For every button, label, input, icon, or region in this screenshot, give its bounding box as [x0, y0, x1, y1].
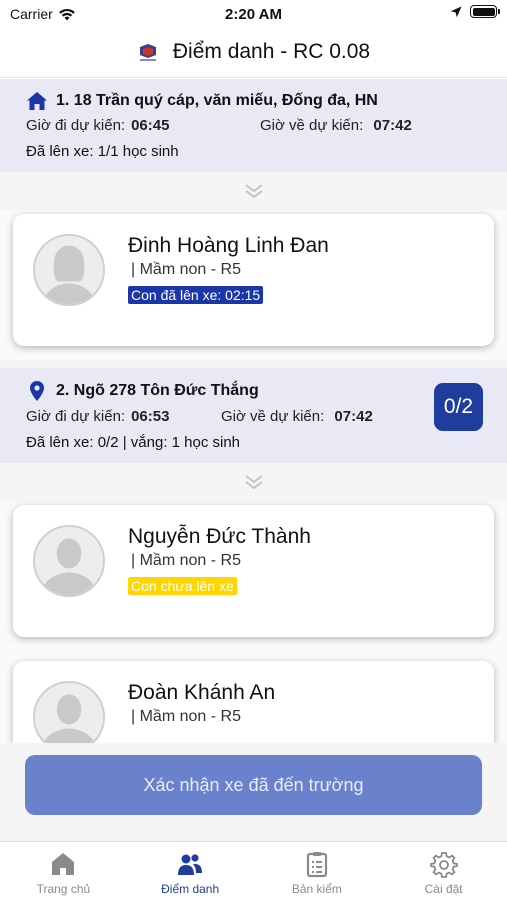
page-title: Điểm danh - RC 0.08 — [172, 39, 371, 63]
male-avatar-icon — [35, 683, 103, 743]
tab-label: Cài đặt — [424, 882, 463, 896]
battery-icon — [470, 5, 500, 18]
depart-time: 06:45 — [131, 117, 170, 134]
users-icon — [178, 854, 203, 875]
confirm-arrival-button[interactable]: Xác nhận xe đã đến trường — [25, 755, 482, 815]
status-badge: Con đã lên xe: 02:15 — [128, 286, 264, 304]
tab-attendance[interactable]: Điểm danh — [127, 842, 254, 900]
stop-header[interactable]: 2. Ngõ 278 Tôn Đức Thắng Giờ đi dự kiến:… — [0, 368, 507, 463]
stop-summary: Đã lên xe: 1/1 học sinh — [26, 143, 179, 160]
status-bar: Carrier 2:20 AM — [0, 0, 507, 26]
stop-summary: Đã lên xe: 0/2 | vắng: 1 học sinh — [26, 434, 241, 451]
student-class: | Mầm non - R5 — [131, 708, 241, 725]
stop-title: 2. Ngõ 278 Tôn Đức Thắng — [56, 382, 259, 399]
double-chevron-down-icon — [244, 475, 263, 490]
tab-home[interactable]: Trang chủ — [0, 842, 127, 900]
student-name: Nguyễn Đức Thành — [128, 525, 311, 548]
student-avatar — [33, 234, 105, 306]
student-avatar — [33, 525, 105, 597]
student-name: Đinh Hoàng Linh Đan — [128, 234, 329, 257]
return-label: Giờ về dự kiến: — [260, 117, 364, 134]
depart-time: 06:53 — [131, 408, 170, 425]
double-chevron-down-icon — [244, 184, 263, 199]
female-avatar-icon — [35, 236, 103, 304]
student-avatar — [33, 681, 105, 743]
student-class: | Mầm non - R5 — [131, 261, 241, 278]
status-badge: Con chưa lên xe — [128, 577, 237, 595]
return-time: 07:42 — [334, 408, 373, 425]
student-card[interactable]: Đinh Hoàng Linh Đan | Mầm non - R5 Con đ… — [13, 214, 494, 346]
student-card[interactable]: Đoàn Khánh An | Mầm non - R5 — [13, 661, 494, 743]
location-pin-icon — [30, 381, 44, 401]
tab-checklist[interactable]: Bản kiểm — [254, 842, 381, 900]
collapse-toggle[interactable] — [0, 172, 507, 210]
school-logo-icon — [139, 43, 156, 61]
confirm-area: Xác nhận xe đã đến trường — [0, 743, 507, 841]
tab-label: Điểm danh — [161, 882, 220, 896]
attendance-list[interactable]: 1. 18 Trần quý cáp, văn miếu, Đống đa, H… — [0, 79, 507, 743]
student-class: | Mầm non - R5 — [131, 552, 241, 569]
boarded-count-badge[interactable]: 0/2 — [434, 383, 483, 431]
tab-label: Trang chủ — [36, 882, 91, 896]
return-label: Giờ về dự kiến: — [221, 408, 325, 425]
tab-bar: Trang chủ Điểm danh Bản kiểm Cài đặt — [0, 841, 507, 900]
student-card[interactable]: Nguyễn Đức Thành | Mầm non - R5 Con chưa… — [13, 505, 494, 637]
return-time: 07:42 — [373, 117, 412, 134]
stop-title: 1. 18 Trần quý cáp, văn miếu, Đống đa, H… — [56, 92, 378, 109]
clipboard-icon — [306, 852, 327, 878]
gear-icon — [429, 852, 458, 878]
clock: 2:20 AM — [225, 6, 282, 23]
nav-bar: Điểm danh - RC 0.08 — [0, 26, 507, 78]
collapse-toggle[interactable] — [0, 463, 507, 501]
student-name: Đoàn Khánh An — [128, 681, 276, 704]
depart-label: Giờ đi dự kiến: — [26, 117, 126, 134]
tab-label: Bản kiểm — [291, 882, 342, 896]
male-avatar-icon — [35, 527, 103, 595]
depart-label: Giờ đi dự kiến: — [26, 408, 126, 425]
location-arrow-icon — [450, 6, 462, 17]
home-icon — [27, 92, 47, 110]
stop-header[interactable]: 1. 18 Trần quý cáp, văn miếu, Đống đa, H… — [0, 79, 507, 172]
tab-settings[interactable]: Cài đặt — [380, 842, 507, 900]
home-icon — [52, 853, 75, 875]
